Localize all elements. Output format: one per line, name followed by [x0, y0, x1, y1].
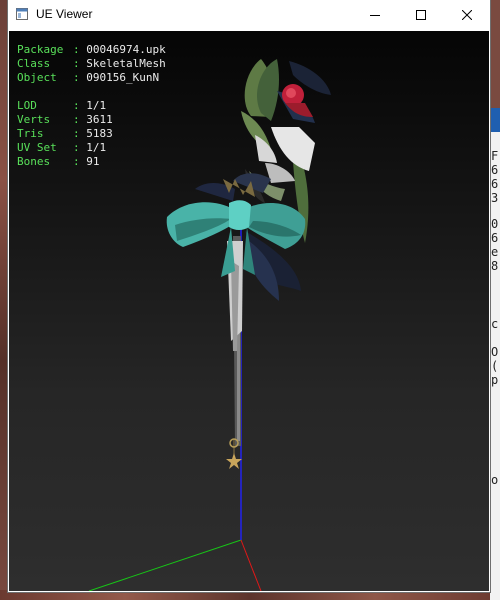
- window-title: UE Viewer: [36, 7, 93, 21]
- close-icon: [462, 10, 472, 20]
- ue-viewer-window: UE Viewer Package: 00046974.upk Class:…: [8, 0, 490, 592]
- close-button[interactable]: [444, 0, 490, 30]
- minimize-icon: [370, 15, 380, 16]
- background-strip: [490, 0, 500, 108]
- background-text-fragment: 3: [491, 191, 499, 205]
- background-text-fragment: 6: [491, 177, 499, 191]
- background-window-edge: F 6 6 3 0 6 e 8 c O ( p o: [490, 0, 500, 600]
- staff-pole: [227, 231, 301, 446]
- info-row-bones: Bones: 91: [17, 155, 100, 168]
- background-text-fragment: (: [491, 359, 499, 373]
- background-text-fragment: O: [491, 345, 499, 359]
- info-row-class: Class: SkeletalMesh: [17, 57, 166, 70]
- background-text-fragment: F: [491, 149, 499, 163]
- background-text-fragment: 6: [491, 231, 499, 245]
- title-bar[interactable]: UE Viewer: [8, 0, 490, 30]
- background-text-fragment: c: [491, 317, 499, 331]
- background-text-fragment: 6: [491, 163, 499, 177]
- background-window-titlebar: [490, 108, 500, 132]
- axis-y-line: [88, 539, 242, 591]
- minimize-button[interactable]: [352, 0, 398, 30]
- info-row-lod: LOD: 1/1: [17, 99, 107, 112]
- maximize-button[interactable]: [398, 0, 444, 30]
- app-window-icon: [16, 8, 28, 20]
- axis-x-line: [240, 539, 262, 591]
- maximize-icon: [416, 10, 426, 20]
- background-text-fragment: o: [491, 473, 499, 487]
- 3d-viewport[interactable]: Package: 00046974.upk Class: SkeletalMes…: [9, 31, 489, 591]
- info-row-object: Object: 090156_KunN: [17, 71, 160, 84]
- info-row-tris: Tris: 5183: [17, 127, 113, 140]
- mesh-info-overlay: Package: 00046974.upk Class: SkeletalMes…: [17, 43, 166, 169]
- info-row-verts: Verts: 3611: [17, 113, 113, 126]
- info-row-uv-set: UV Set: 1/1: [17, 141, 107, 154]
- info-row-package: Package: 00046974.upk: [17, 43, 166, 56]
- background-text-fragment: 8: [491, 259, 499, 273]
- background-text-fragment: 0: [491, 217, 499, 231]
- background-text-fragment: e: [491, 245, 499, 259]
- background-text-fragment: p: [491, 373, 499, 387]
